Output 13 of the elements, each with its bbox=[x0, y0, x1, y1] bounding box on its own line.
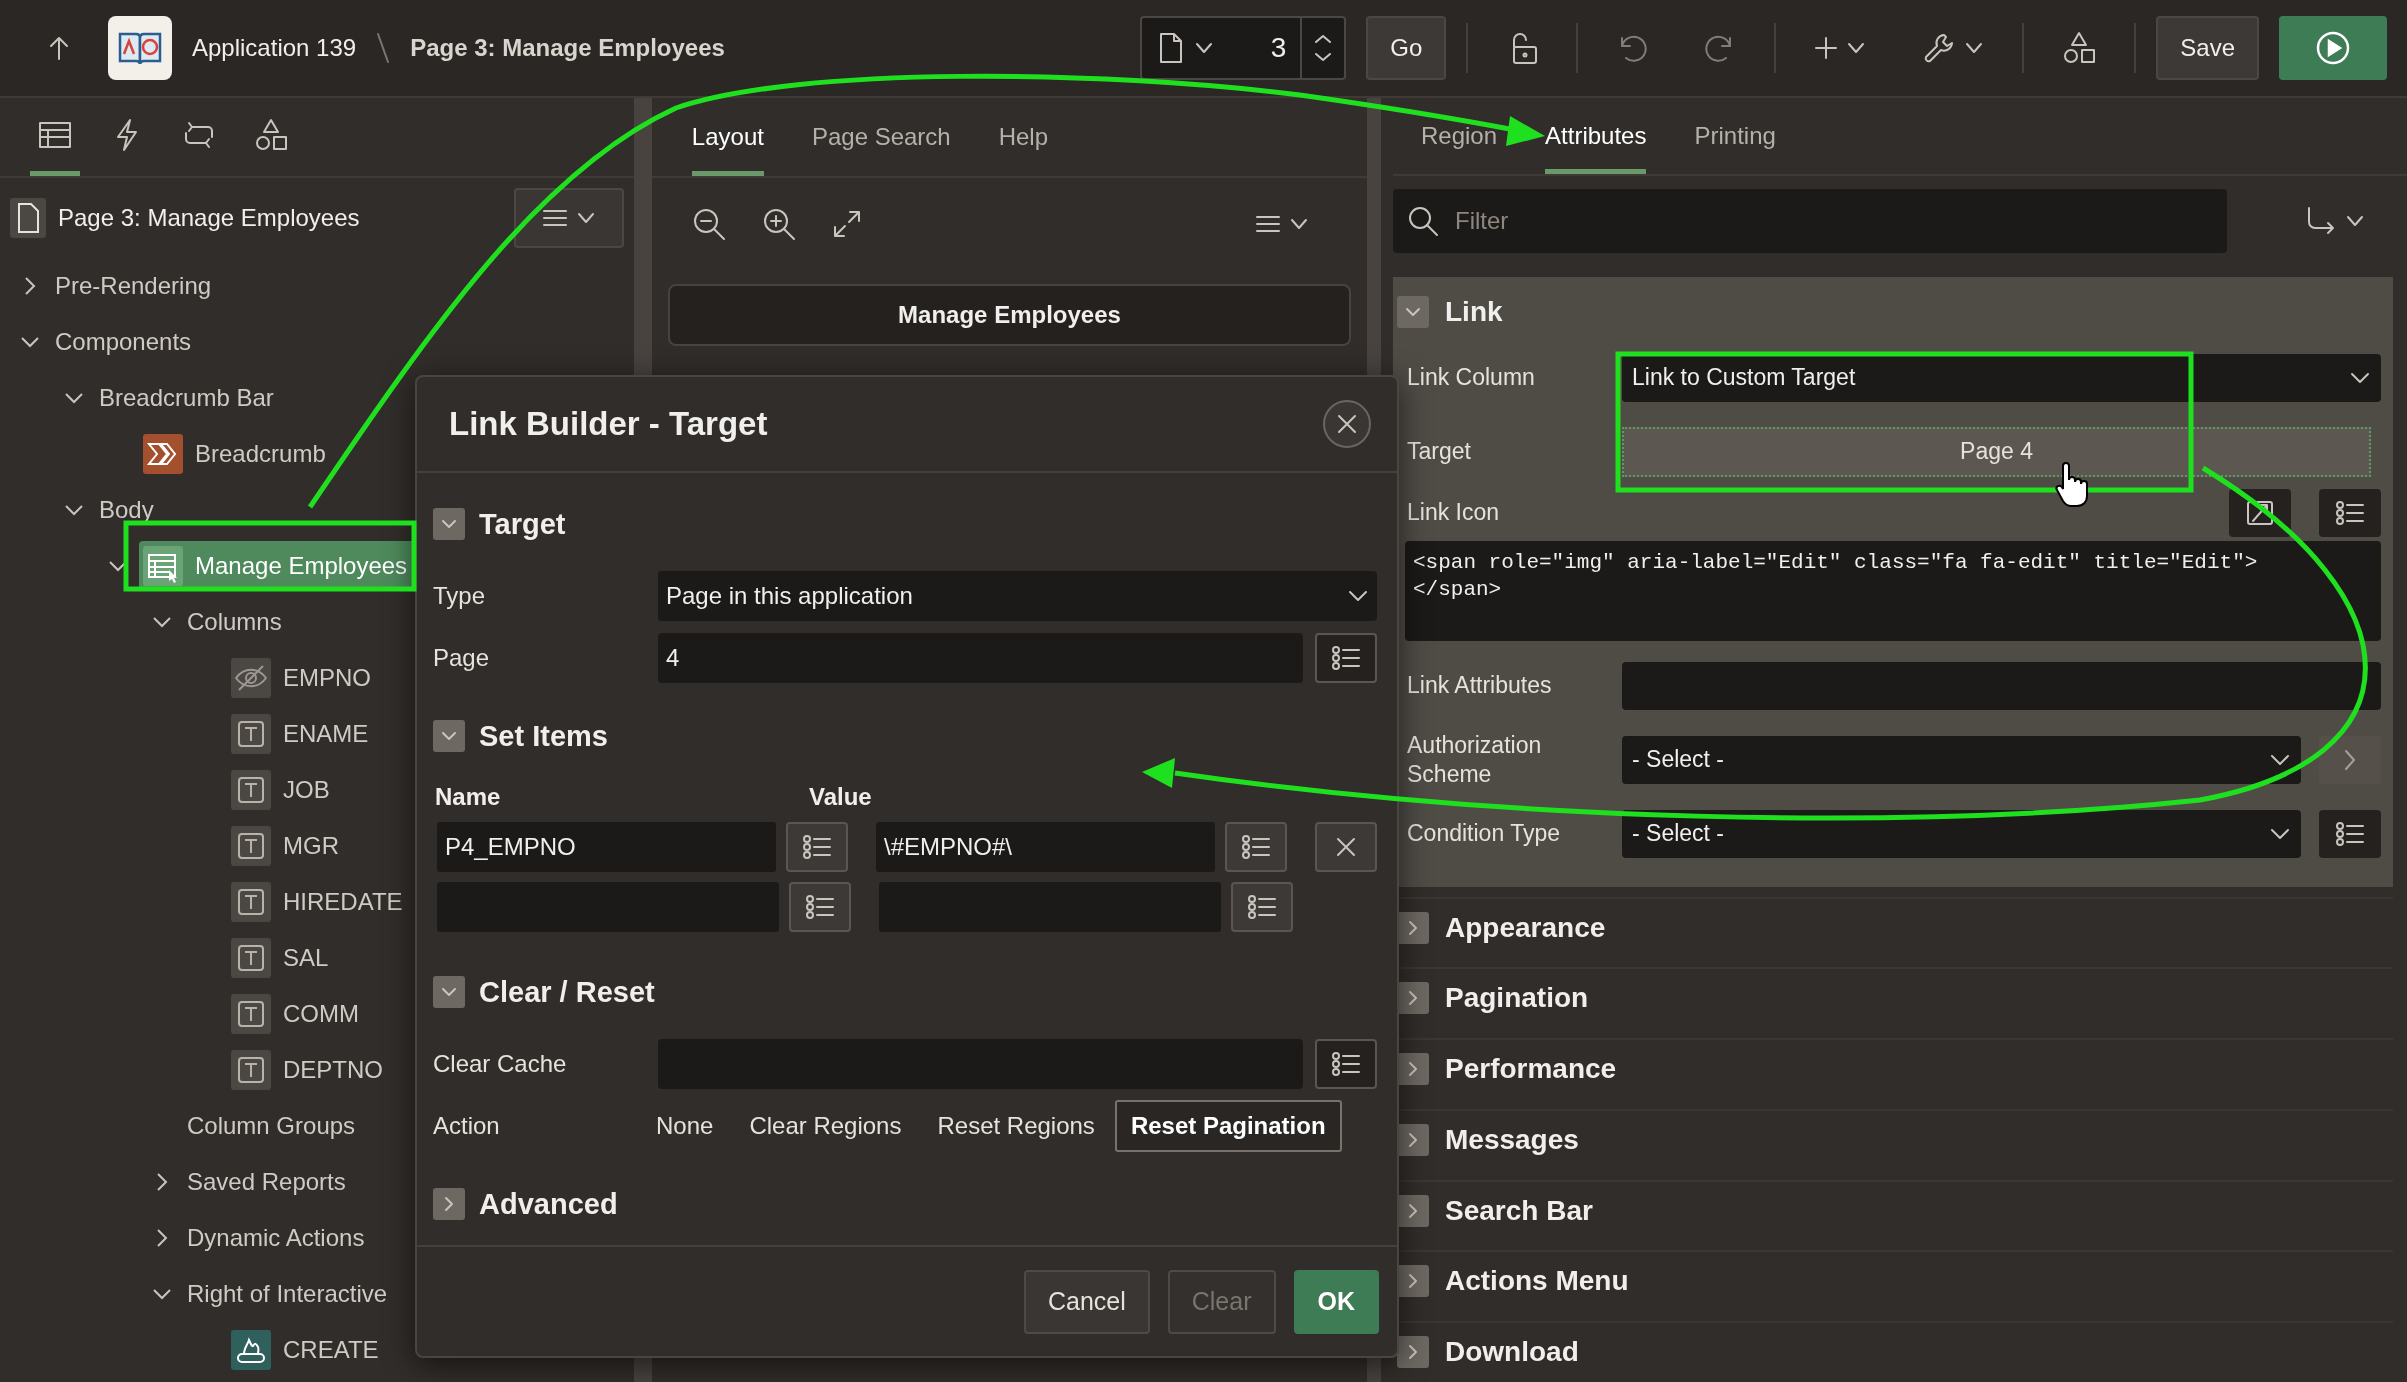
field-label: Action bbox=[433, 1112, 501, 1141]
column-header: Name bbox=[434, 783, 502, 812]
column-header: Value bbox=[809, 783, 872, 812]
property-label: Authorization Scheme bbox=[1406, 730, 1543, 789]
property-label: Link Attributes bbox=[1406, 671, 1553, 700]
property-label: Target bbox=[1406, 437, 1472, 466]
property-label: Link Icon bbox=[1406, 498, 1501, 527]
field-label: Page bbox=[433, 644, 491, 673]
page-title: Page 3: Manage Employees bbox=[410, 34, 725, 62]
dialog-title: Link Builder - Target bbox=[449, 405, 769, 444]
property-label: Link Column bbox=[1406, 363, 1536, 392]
field-label: Clear Cache bbox=[433, 1050, 568, 1079]
property-label: Condition Type bbox=[1406, 819, 1561, 848]
